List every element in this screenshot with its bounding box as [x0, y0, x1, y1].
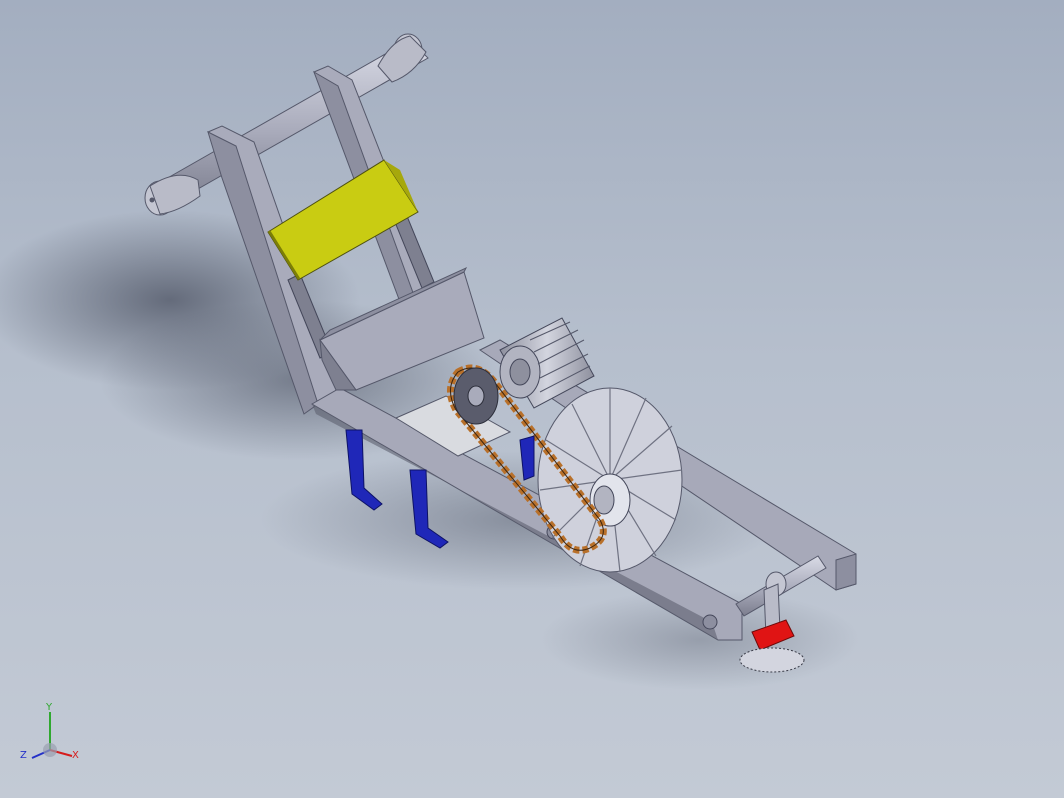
sprocket[interactable]	[453, 367, 499, 425]
ground-wheel	[739, 647, 805, 673]
axis-y-label: Y	[46, 702, 53, 713]
cad-viewport[interactable]: Y X Z	[0, 0, 1064, 798]
seeder-model	[0, 33, 860, 759]
axis-x-label: X	[72, 750, 79, 761]
axis-z-label: Z	[20, 750, 27, 761]
axis-triad	[31, 712, 73, 759]
seed-plate-wheel[interactable]	[537, 387, 683, 573]
